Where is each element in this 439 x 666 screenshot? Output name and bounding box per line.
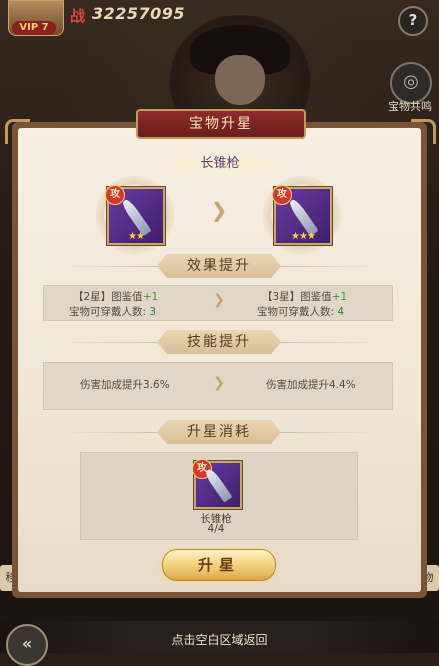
effect-right-wear-value: 4 — [337, 306, 345, 318]
treasure-card-next[interactable]: 攻 ★★★ — [272, 185, 332, 245]
tap-blank-to-return-hint: 点击空白区域返回 — [171, 633, 268, 647]
star-rating: ★★★ — [291, 231, 316, 242]
skill-right-text: 伤害加成提升4.4% — [266, 379, 356, 391]
effect-right-label: 【3星】图鉴值 — [262, 291, 332, 303]
effect-left-wear-value: 3 — [149, 306, 157, 318]
effect-left-line1: 【2星】图鉴值+1 — [73, 289, 158, 304]
effect-right-wear-label: 宝物可穿戴人数: — [257, 306, 335, 318]
top-bar: VIP 7 战 32257095 ? — [0, 0, 439, 40]
consume-section-header: 升星消耗 — [157, 420, 281, 444]
treasure-resonance-button[interactable]: ◎ 宝物共鸣 — [382, 62, 438, 118]
panel-corner-ornament — [5, 119, 30, 144]
skill-left-text: 伤害加成提升3.6% — [80, 379, 170, 391]
effect-left-label: 【2星】图鉴值 — [73, 291, 143, 303]
treasure-name: 长锥枪 — [150, 152, 290, 176]
consume-treasure-card[interactable]: 攻 — [192, 459, 242, 509]
effect-left-wear-label: 宝物可穿戴人数: — [69, 306, 147, 318]
effect-left-line2: 宝物可穿戴人数: 3 — [69, 304, 156, 319]
effect-right-line2: 宝物可穿戴人数: 4 — [257, 304, 344, 319]
consume-item-count: 4/4 — [207, 523, 225, 535]
effect-right-line1: 【3星】图鉴值+1 — [262, 289, 347, 304]
resonance-label: 宝物共鸣 — [388, 100, 432, 113]
effect-right-value: +1 — [331, 291, 348, 303]
vip-badge: VIP 7 — [12, 21, 56, 35]
treasure-card-current[interactable]: 攻 ★★ — [105, 185, 165, 245]
effect-left-value: +1 — [142, 291, 159, 303]
effect-section-header: 效果提升 — [157, 254, 281, 278]
panel-title: 宝物升星 — [136, 109, 306, 139]
spear-icon — [203, 467, 233, 503]
skill-arrow-icon: ❯ — [213, 375, 225, 391]
upgrade-star-button[interactable]: 升星 — [162, 549, 276, 581]
power-icon: 战 — [70, 7, 86, 25]
star-rating: ★★ — [128, 231, 145, 242]
combat-power-value: 32257095 — [92, 4, 186, 23]
panel-corner-ornament — [411, 119, 436, 144]
back-button[interactable]: « — [6, 624, 48, 666]
help-button[interactable]: ? — [398, 6, 428, 36]
upgrade-arrow-icon: ❯ — [210, 198, 228, 222]
skill-section-header: 技能提升 — [157, 330, 281, 354]
effect-arrow-icon: ❯ — [213, 292, 225, 308]
